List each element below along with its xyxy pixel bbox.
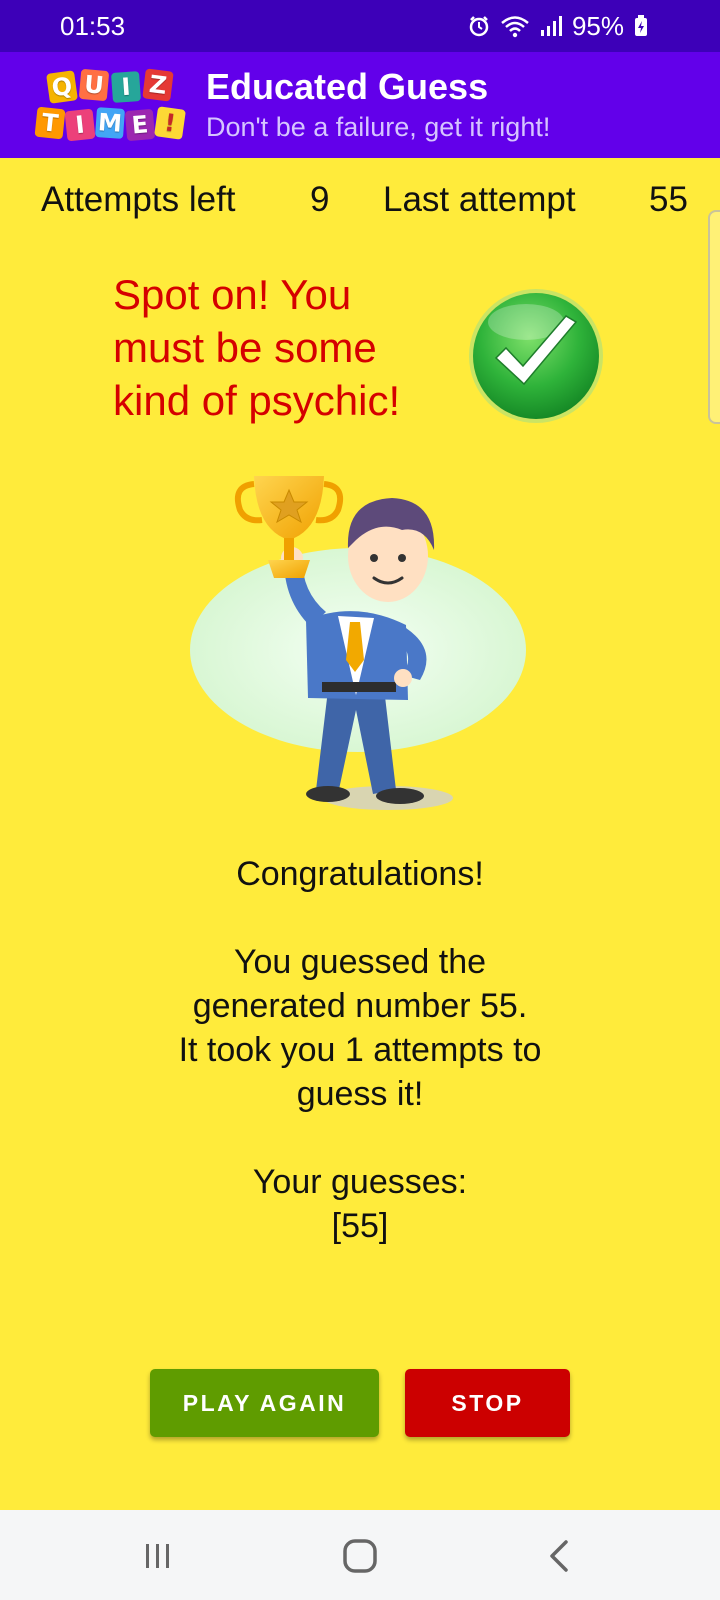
guesses-value: [55] xyxy=(331,1207,389,1245)
logo-tile: Q xyxy=(46,70,78,104)
logo-tile: T xyxy=(34,106,66,140)
recent-apps-icon[interactable] xyxy=(134,1532,182,1580)
alarm-icon xyxy=(468,15,490,37)
attempts-left-value: 9 xyxy=(310,180,330,219)
status-icons: 95% xyxy=(468,11,648,42)
logo-tile: I xyxy=(110,71,142,103)
quiz-time-logo: Q U I Z T I M E ! xyxy=(34,62,186,148)
checkmark-badge-icon xyxy=(469,289,603,423)
summary-line: It took you 1 attempts to xyxy=(178,1031,542,1069)
summary-line: guess it! xyxy=(296,1075,424,1113)
logo-tile: U xyxy=(78,68,110,102)
scrollbar-thumb[interactable] xyxy=(708,210,720,424)
last-attempt-label: Last attempt xyxy=(383,180,576,219)
battery-charging-icon xyxy=(634,15,648,37)
last-attempt-value: 55 xyxy=(649,180,688,219)
stats-row: Attempts left 9 Last attempt 55 xyxy=(0,180,720,230)
app-subtitle: Don't be a failure, get it right! xyxy=(206,112,551,142)
logo-tile: Z xyxy=(142,68,174,102)
guesses-label: Your guesses: xyxy=(252,1163,468,1201)
summary-line: You guessed the xyxy=(233,943,487,981)
logo-tile: E xyxy=(124,108,156,142)
status-time: 01:53 xyxy=(60,10,126,41)
result-message: Spot on! You must be some kind of psychi… xyxy=(113,271,401,424)
play-again-button[interactable]: PLAY AGAIN xyxy=(150,1369,379,1437)
winner-trophy-illustration xyxy=(190,476,526,810)
navigation-bar xyxy=(0,1510,720,1600)
app-bar: Q U I Z T I M E ! Educated Guess Don't b… xyxy=(0,52,720,158)
status-bar: 01:53 95% xyxy=(0,0,720,52)
summary-line: generated number 55. xyxy=(192,987,528,1025)
result-summary: Congratulations! You guessed the generat… xyxy=(0,852,720,1248)
wifi-icon xyxy=(500,14,530,38)
battery-percent: 95% xyxy=(571,10,624,41)
signal-icon xyxy=(540,15,562,37)
logo-tile: M xyxy=(94,107,126,139)
stop-button[interactable]: STOP xyxy=(405,1369,570,1437)
congrats-heading: Congratulations! xyxy=(236,855,484,893)
attempts-left-label: Attempts left xyxy=(41,180,236,219)
back-icon[interactable] xyxy=(536,1532,584,1580)
home-icon[interactable] xyxy=(336,1532,384,1580)
logo-tile: ! xyxy=(154,106,186,140)
logo-tile: I xyxy=(64,108,96,142)
app-title: Educated Guess xyxy=(206,66,489,107)
